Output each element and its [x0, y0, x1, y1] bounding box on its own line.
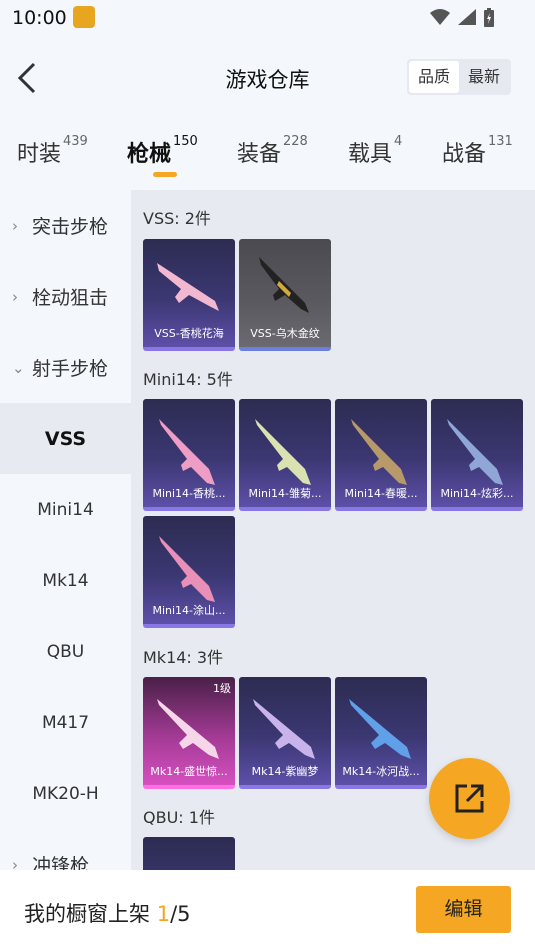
showcase-current: 1: [156, 902, 171, 926]
tab-label: 时装: [17, 142, 62, 167]
tab-weapons[interactable]: 枪械150: [127, 134, 198, 168]
rifle-icon: [351, 419, 407, 485]
share-icon: [455, 784, 484, 813]
rifle-icon: [159, 419, 215, 485]
group-title-mk14: Mk14: 3件: [143, 648, 224, 667]
chevron-right-icon: ›: [12, 855, 18, 871]
skin-card[interactable]: [143, 837, 235, 870]
skin-name: VSS-香桃花海: [154, 327, 224, 340]
tab-fashion[interactable]: 时装439: [17, 134, 88, 168]
tab-count: 131: [488, 134, 513, 149]
skin-card[interactable]: Mini14-春暖...: [335, 399, 427, 511]
tab-label: 载具: [348, 142, 393, 167]
skin-name: Mk14-盛世惊...: [150, 765, 228, 778]
sidebar-category-label: 冲锋枪: [32, 855, 90, 870]
sidebar-category-smg[interactable]: › 冲锋枪: [0, 829, 131, 870]
rifle-icon: [157, 699, 219, 759]
sidebar-category-assault-rifle[interactable]: › 突击步枪: [0, 190, 131, 261]
skin-name: Mini14-雏菊...: [248, 487, 322, 500]
sidebar-item-qbu[interactable]: QBU: [0, 616, 131, 687]
category-tabs: 时装439 枪械150 装备228 载具4 战备131: [0, 122, 535, 190]
skin-card[interactable]: 1级 Mk14-盛世惊...: [143, 677, 235, 789]
skin-card[interactable]: Mini14-雏菊...: [239, 399, 331, 511]
rifle-icon: [349, 699, 411, 759]
skin-card[interactable]: Mini14-炫彩...: [431, 399, 523, 511]
sidebar-category-marksman-rifle[interactable]: ⌄ 射手步枪: [0, 332, 131, 403]
status-bar: 10:00: [0, 0, 535, 36]
sidebar-category-bolt-sniper[interactable]: › 栓动狙击: [0, 261, 131, 332]
skin-name: Mini14-春暖...: [344, 487, 418, 500]
rifle-icon: [255, 419, 311, 485]
rifle-icon: [447, 419, 503, 485]
sidebar-category-label: 突击步枪: [32, 216, 109, 238]
sort-option-quality[interactable]: 品质: [409, 61, 459, 93]
sort-option-newest[interactable]: 最新: [459, 61, 509, 93]
tab-label: 战备: [442, 142, 487, 167]
share-button[interactable]: [429, 758, 510, 839]
sidebar-item-vss[interactable]: VSS: [0, 403, 131, 474]
sidebar-category-label: 栓动狙击: [32, 287, 109, 309]
rifle-icon: [159, 536, 215, 602]
skin-card[interactable]: Mini14-涂山...: [143, 516, 235, 628]
edit-button[interactable]: 编辑: [416, 886, 511, 933]
group-title-qbu: QBU: 1件: [143, 808, 215, 827]
showcase-bar: 我的橱窗上架 1/5 编辑: [0, 870, 535, 951]
tab-supplies[interactable]: 战备131: [442, 134, 513, 168]
skin-name: VSS-乌木金纹: [250, 327, 320, 340]
skin-name: Mini14-涂山...: [152, 604, 226, 617]
sidebar-item-mini14[interactable]: Mini14: [0, 474, 131, 545]
showcase-total: /5: [170, 902, 191, 926]
tab-label: 装备: [237, 142, 282, 167]
sort-toggle[interactable]: 品质 最新: [407, 59, 511, 95]
skin-name: Mini14-香桃...: [152, 487, 226, 500]
tab-count: 150: [173, 134, 198, 149]
status-icons: [429, 8, 495, 28]
sidebar-item-mk14[interactable]: Mk14: [0, 545, 131, 616]
skin-card[interactable]: Mini14-香桃...: [143, 399, 235, 511]
tab-vehicles[interactable]: 载具4: [348, 134, 403, 168]
rifle-icon: [157, 263, 219, 311]
skin-name: Mk14-紫幽梦: [251, 765, 319, 778]
skin-name: Mini14-炫彩...: [440, 487, 514, 500]
chevron-down-icon: ⌄: [12, 358, 25, 377]
status-time: 10:00: [12, 7, 67, 29]
skin-card[interactable]: VSS-香桃花海: [143, 239, 235, 351]
signal-icon: [458, 9, 476, 25]
game-app-icon: [73, 6, 95, 28]
tab-count: 439: [63, 134, 88, 149]
skin-card[interactable]: Mk14-冰河战...: [335, 677, 427, 789]
rifle-icon: [259, 257, 309, 313]
tab-label: 枪械: [127, 142, 172, 167]
tab-equipment[interactable]: 装备228: [237, 134, 308, 168]
showcase-label: 我的橱窗上架: [24, 902, 157, 926]
tab-count: 4: [394, 134, 403, 149]
skin-name: Mk14-冰河战...: [342, 765, 420, 778]
active-tab-indicator: [153, 172, 177, 177]
battery-icon: [484, 8, 494, 27]
sidebar-category-label: 射手步枪: [32, 358, 109, 380]
group-title-vss: VSS: 2件: [143, 209, 211, 228]
sidebar-item-m417[interactable]: M417: [0, 687, 131, 758]
skin-card[interactable]: VSS-乌木金纹: [239, 239, 331, 351]
group-title-mini14: Mini14: 5件: [143, 370, 233, 389]
skin-card[interactable]: Mk14-紫幽梦: [239, 677, 331, 789]
chevron-right-icon: ›: [12, 216, 18, 235]
tab-count: 228: [283, 134, 308, 149]
rifle-icon: [253, 699, 315, 759]
weapon-category-sidebar: › 突击步枪 › 栓动狙击 ⌄ 射手步枪 VSS Mini14 Mk14 QBU M4…: [0, 190, 131, 870]
showcase-count: 我的橱窗上架 1/5: [24, 898, 191, 928]
page-header: 游戏仓库 品质 最新: [0, 36, 535, 122]
sidebar-item-mk20h[interactable]: MK20-H: [0, 758, 131, 829]
wifi-icon: [430, 9, 450, 25]
chevron-right-icon: ›: [12, 287, 18, 306]
